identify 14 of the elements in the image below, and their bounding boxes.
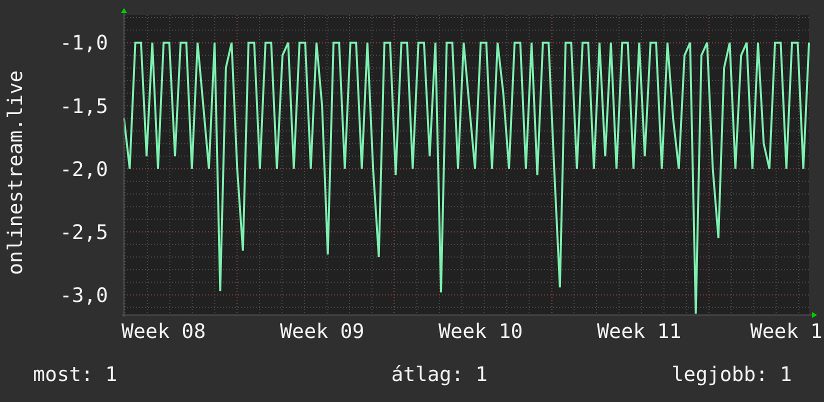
- legend-text: most: 1: [33, 362, 118, 386]
- x-tick-label: Week 10: [438, 319, 523, 343]
- y-axis-title: onlinestream.live: [3, 70, 27, 275]
- y-tick-label: -1,0: [60, 30, 108, 55]
- legend-text: átlag: 1: [391, 362, 488, 386]
- legend-text: legjobb: 1: [672, 362, 792, 386]
- y-tick-label: -2,0: [60, 156, 108, 181]
- x-tick-label: Week 09: [280, 319, 364, 343]
- x-tick-label: Week 11: [597, 319, 682, 343]
- y-tick-label: -3,0: [60, 282, 108, 307]
- x-tick-label: Week 1: [750, 319, 822, 343]
- y-tick-label: -1,5: [60, 94, 108, 118]
- y-tick-label: -2,5: [60, 220, 108, 244]
- x-tick-label: Week 08: [121, 319, 206, 343]
